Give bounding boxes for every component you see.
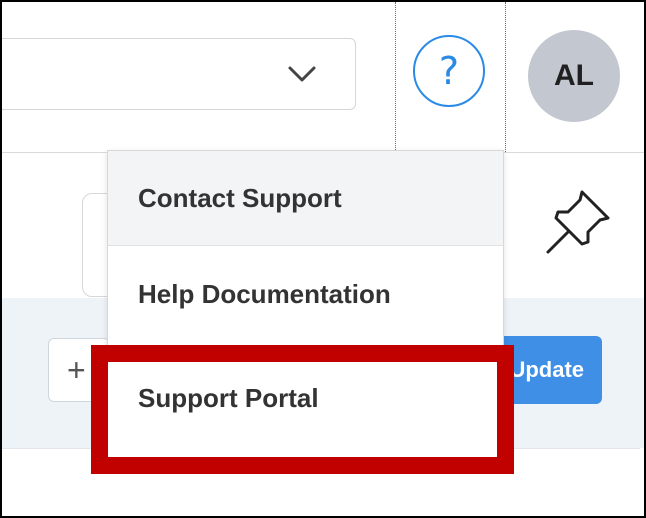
menu-item-label: Support Portal [138, 383, 319, 413]
top-header: ? AL [2, 2, 644, 153]
user-avatar[interactable]: AL [528, 30, 620, 122]
menu-item-contact-support[interactable]: Contact Support [108, 151, 503, 246]
avatar-initials: AL [554, 59, 594, 92]
plus-icon: + [67, 351, 86, 388]
add-button[interactable]: + [48, 338, 110, 402]
chevron-down-icon [288, 66, 316, 82]
help-icon[interactable]: ? [413, 35, 485, 107]
select-dropdown[interactable] [2, 38, 356, 110]
menu-item-help-documentation[interactable]: Help Documentation [108, 247, 503, 342]
help-symbol: ? [438, 49, 460, 93]
header-divider-left [395, 2, 396, 152]
header-divider-right [505, 2, 506, 152]
menu-item-label: Contact Support [138, 182, 342, 213]
menu-item-support-portal[interactable]: Support Portal [108, 351, 503, 446]
help-dropdown-menu: Contact Support Help Documentation Suppo… [107, 150, 504, 462]
update-button-label: Update [509, 357, 584, 382]
menu-item-label: Help Documentation [138, 279, 391, 309]
app-window: ? AL + Update Contact Support Help Docum… [0, 0, 646, 518]
pin-icon[interactable] [542, 184, 616, 258]
